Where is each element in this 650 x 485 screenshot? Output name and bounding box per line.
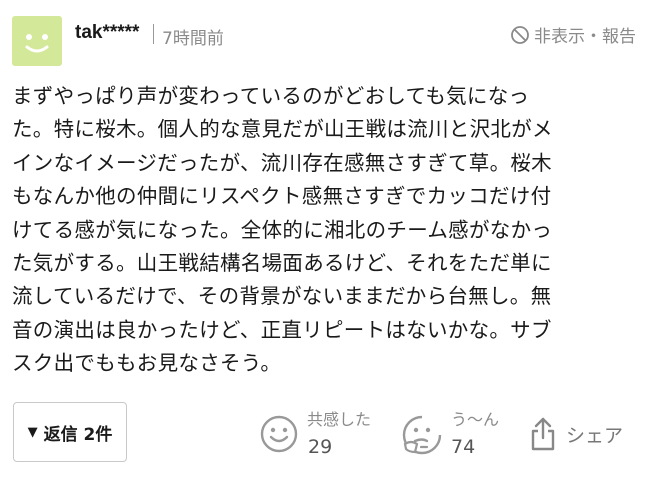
avatar[interactable] <box>12 16 62 66</box>
reply-label: 返信 2件 <box>43 424 113 445</box>
comment-line: 音の演出は良かったけど、正直リピートはないかな。サブ <box>12 317 552 342</box>
comment-line: けてる感が気になった。全体的に湘北のチーム感がなかっ <box>12 217 553 242</box>
hide-report-label: 非表示・報告 <box>534 27 636 47</box>
smile-face-icon <box>260 415 298 453</box>
comment-line: インなイメージだったが、流川存在感無さすぎて草。桜木 <box>12 150 552 175</box>
triangle-down-icon: ▼ <box>27 424 38 440</box>
empathy-count: 29 <box>308 436 333 458</box>
comment-line: た。特に桜木。個人的な意見だが山王戦は流川と沢北がメ <box>12 117 553 142</box>
share-icon <box>531 417 555 451</box>
thinking-face-icon <box>402 415 442 455</box>
username[interactable]: tak***** <box>75 22 139 44</box>
hmm-count: 74 <box>451 436 476 458</box>
comment-line: まずやっぱり声が変わっているのがどおしても気になっ <box>12 84 530 108</box>
comment-header: tak***** 7時間前 非表示・報告 <box>0 0 650 72</box>
hide-report-link[interactable]: 非表示・報告 <box>510 22 636 47</box>
empathy-label: 共感した <box>307 410 372 429</box>
reply-button[interactable]: ▼ 返信 2件 <box>13 402 127 462</box>
prohibit-icon <box>511 25 529 44</box>
hmm-label: う〜ん <box>451 410 500 429</box>
smiley-avatar-icon <box>25 34 49 53</box>
header-divider <box>153 24 154 44</box>
comment-line: スク出でももお見なさそう。 <box>12 351 282 376</box>
comment-line: た気がする。山王戦結構名場面あるけど、それをただ単に <box>12 251 552 276</box>
post-time: 7時間前 <box>162 29 224 49</box>
comment-line: もなんか他の仲間にリスペクト感無さすぎでカッコだけ付 <box>12 184 552 209</box>
share-label: シェア <box>566 424 624 447</box>
comment-body: まずやっぱり声が変わっているのがどおしても気になっ た。特に桜木。個人的な意見だ… <box>12 80 638 381</box>
share-button[interactable]: シェア <box>528 414 623 454</box>
empathy-button[interactable]: 共感した 29 <box>259 404 389 460</box>
comment-line: 流しているだけで、その背景がないままだから台無し。無 <box>12 284 552 309</box>
hmm-button[interactable]: う〜ん 74 <box>401 404 511 460</box>
